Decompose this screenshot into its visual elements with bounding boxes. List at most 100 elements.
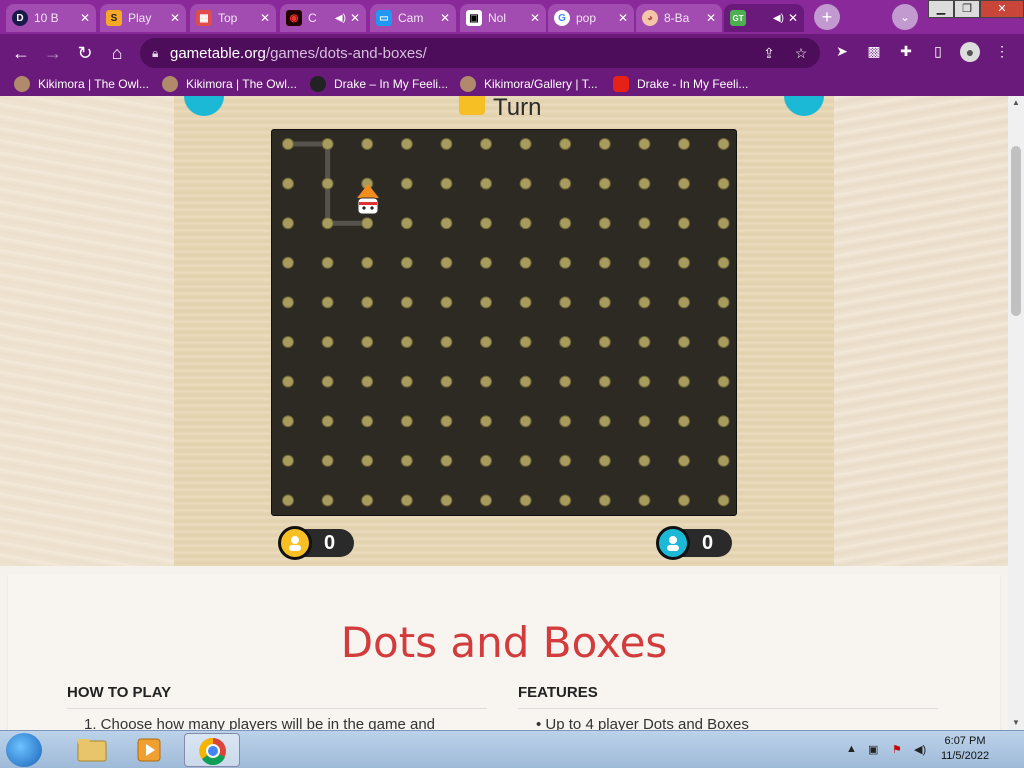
grid-dot[interactable] bbox=[400, 177, 413, 190]
bookmark-item[interactable]: Kikimora | The Owl... bbox=[14, 74, 149, 94]
menu-corner-button[interactable] bbox=[184, 96, 224, 116]
home-icon[interactable]: ⌂ bbox=[104, 40, 130, 66]
grid-dot[interactable] bbox=[559, 494, 572, 507]
vertical-scrollbar[interactable]: ▲ ▼ bbox=[1008, 96, 1024, 730]
grid-dot[interactable] bbox=[400, 296, 413, 309]
grid-dot[interactable] bbox=[638, 415, 651, 428]
board-grid[interactable] bbox=[272, 130, 738, 517]
grid-dot[interactable] bbox=[519, 138, 532, 150]
grid-dot[interactable] bbox=[519, 177, 532, 190]
reload-icon[interactable]: ↻ bbox=[72, 40, 98, 66]
grid-dot[interactable] bbox=[321, 256, 334, 269]
grid-dot[interactable] bbox=[321, 177, 334, 190]
grid-dot[interactable] bbox=[480, 494, 492, 507]
grid-dot[interactable] bbox=[480, 296, 492, 309]
grid-dot[interactable] bbox=[282, 415, 294, 428]
grid-dot[interactable] bbox=[400, 256, 413, 269]
grid-dot[interactable] bbox=[282, 454, 294, 467]
grid-dot[interactable] bbox=[440, 415, 453, 428]
grid-dot[interactable] bbox=[321, 494, 334, 507]
grid-dot[interactable] bbox=[717, 454, 730, 467]
grid-dot[interactable] bbox=[678, 177, 690, 190]
grid-dot[interactable] bbox=[559, 454, 572, 467]
tab-active-gametable[interactable]: GT ◀) ✕ bbox=[724, 4, 804, 32]
grid-dot[interactable] bbox=[400, 217, 413, 230]
grid-dot[interactable] bbox=[678, 296, 690, 309]
grid-dot[interactable] bbox=[480, 415, 492, 428]
grid-dot[interactable] bbox=[717, 217, 730, 230]
grid-dot[interactable] bbox=[321, 138, 334, 150]
grid-dot[interactable] bbox=[717, 138, 730, 150]
speaker-icon[interactable]: ◀) bbox=[773, 13, 784, 24]
media-player-taskbar-icon[interactable] bbox=[122, 733, 178, 767]
grid-dot[interactable] bbox=[717, 177, 730, 190]
close-icon[interactable]: ✕ bbox=[706, 11, 716, 25]
profile-avatar-icon[interactable]: ● bbox=[960, 42, 980, 62]
grid-dot[interactable] bbox=[361, 296, 374, 309]
grid-dot[interactable] bbox=[678, 375, 690, 388]
tab-5[interactable]: ▭ Cam ✕ bbox=[370, 4, 456, 32]
grid-dot[interactable] bbox=[559, 138, 572, 150]
grid-dot[interactable] bbox=[638, 494, 651, 507]
chrome-taskbar-icon[interactable] bbox=[184, 733, 240, 767]
grid-dot[interactable] bbox=[282, 494, 294, 507]
grid-dot[interactable] bbox=[282, 375, 294, 388]
grid-dot[interactable] bbox=[480, 336, 492, 348]
grid-dot[interactable] bbox=[361, 415, 374, 428]
tab-8[interactable]: ◕ 8-Ba ✕ bbox=[636, 4, 722, 32]
clock[interactable]: 6:07 PM 11/5/2022 bbox=[930, 734, 1000, 764]
bookmark-item[interactable]: Drake - In My Feeli... bbox=[613, 74, 748, 94]
bookmark-item[interactable]: Drake – In My Feeli... bbox=[310, 74, 448, 94]
tab-4[interactable]: ◉ C ◀) ✕ bbox=[280, 4, 366, 32]
grid-dot[interactable] bbox=[361, 256, 374, 269]
grid-dot[interactable] bbox=[519, 217, 532, 230]
grid-dot[interactable] bbox=[559, 296, 572, 309]
grid-dot[interactable] bbox=[638, 336, 651, 348]
show-hidden-icons-icon[interactable]: ▲ bbox=[846, 743, 857, 755]
grid-dot[interactable] bbox=[717, 336, 730, 348]
lock-icon[interactable]: 🔒︎ bbox=[152, 46, 170, 61]
grid-dot[interactable] bbox=[638, 256, 651, 269]
speaker-icon[interactable]: ◀) bbox=[335, 13, 346, 24]
grid-dot[interactable] bbox=[440, 494, 453, 507]
grid-dot[interactable] bbox=[717, 494, 730, 507]
close-icon[interactable]: ✕ bbox=[440, 11, 450, 25]
grid-dot[interactable] bbox=[321, 415, 334, 428]
close-icon[interactable]: ✕ bbox=[788, 11, 798, 25]
bookmark-item[interactable]: Kikimora | The Owl... bbox=[162, 74, 297, 94]
grid-dot[interactable] bbox=[440, 217, 453, 230]
grid-dot[interactable] bbox=[321, 217, 334, 230]
grid-dot[interactable] bbox=[598, 177, 611, 190]
grid-dot[interactable] bbox=[717, 415, 730, 428]
menu-kebab-icon[interactable]: ⋮ bbox=[992, 43, 1012, 60]
network-icon[interactable]: ▣ bbox=[868, 743, 878, 756]
volume-icon[interactable]: ◀) bbox=[914, 743, 926, 756]
grid-dot[interactable] bbox=[480, 454, 492, 467]
grid-dot[interactable] bbox=[598, 256, 611, 269]
grid-dot[interactable] bbox=[678, 454, 690, 467]
grid-dot[interactable] bbox=[519, 375, 532, 388]
share-icon[interactable]: ⇪ bbox=[760, 45, 778, 62]
grid-dot[interactable] bbox=[638, 177, 651, 190]
grid-dot[interactable] bbox=[519, 454, 532, 467]
grid-dot[interactable] bbox=[321, 454, 334, 467]
grid-dot[interactable] bbox=[678, 336, 690, 348]
tab-7[interactable]: G pop ✕ bbox=[548, 4, 634, 32]
grid-dot[interactable] bbox=[282, 296, 294, 309]
grid-dot[interactable] bbox=[638, 296, 651, 309]
grid-dot[interactable] bbox=[321, 336, 334, 348]
close-icon[interactable]: ✕ bbox=[530, 11, 540, 25]
back-icon[interactable]: ← bbox=[8, 40, 34, 66]
grid-dot[interactable] bbox=[559, 375, 572, 388]
new-tab-button[interactable]: + bbox=[814, 4, 840, 30]
scroll-thumb[interactable] bbox=[1011, 146, 1021, 316]
grid-dot[interactable] bbox=[440, 177, 453, 190]
grid-dot[interactable] bbox=[638, 375, 651, 388]
grid-dot[interactable] bbox=[598, 138, 611, 150]
game-board[interactable] bbox=[271, 129, 737, 516]
grid-dot[interactable] bbox=[717, 256, 730, 269]
grid-dot[interactable] bbox=[480, 177, 492, 190]
grid-dot[interactable] bbox=[480, 138, 492, 150]
close-window-button[interactable]: ✕ bbox=[980, 0, 1024, 18]
grid-dot[interactable] bbox=[440, 375, 453, 388]
